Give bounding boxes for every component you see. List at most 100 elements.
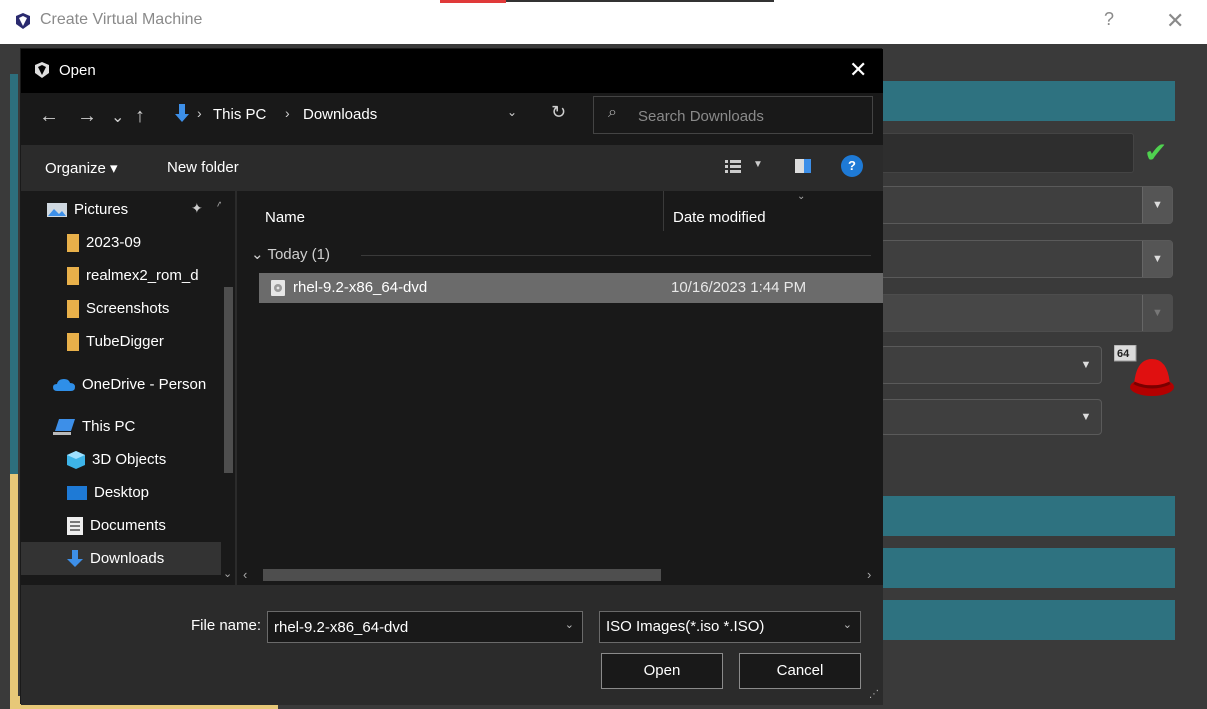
title-accent-line	[440, 0, 506, 3]
path-segment-downloads[interactable]: Downloads	[303, 106, 377, 123]
tree-item-2023-09[interactable]: 2023-09	[21, 226, 235, 259]
tree-item-documents[interactable]: Documents	[21, 509, 235, 542]
path-segment-this-pc[interactable]: This PC	[213, 106, 266, 123]
virtualbox-logo-icon	[16, 13, 30, 29]
file-type-filter-value: ISO Images(*.iso *.ISO)	[606, 618, 765, 635]
tree-item-pictures[interactable]: Pictures ✦ ^	[21, 193, 235, 226]
download-arrow-icon	[175, 104, 189, 122]
column-header-date-modified[interactable]: Date modified	[673, 209, 766, 226]
tree-item-label: Downloads	[90, 550, 165, 567]
file-name-combobox[interactable]: ⌄	[267, 611, 583, 643]
section-header-summary[interactable]	[880, 600, 1175, 640]
tree-item-downloads[interactable]: Downloads	[21, 542, 235, 575]
window-help-button[interactable]: ?	[1104, 9, 1114, 30]
refresh-button[interactable]: ↻	[551, 102, 566, 123]
new-folder-button[interactable]: New folder	[167, 159, 239, 176]
search-icon: ⌕	[608, 104, 617, 121]
section-header-hardware[interactable]	[880, 496, 1175, 536]
search-box[interactable]: ⌕	[593, 96, 873, 134]
file-type-filter[interactable]: ISO Images(*.iso *.ISO) ⌄	[599, 611, 861, 643]
dialog-titlebar: Open ✕	[21, 49, 883, 93]
folder-icon	[67, 266, 79, 285]
dialog-footer: File name: ⌄ ISO Images(*.iso *.ISO) ⌄ O…	[21, 585, 883, 705]
chevron-down-icon[interactable]: ⌄	[223, 567, 232, 580]
open-button[interactable]: Open	[601, 653, 723, 689]
group-header-today[interactable]: ⌄ Today (1)	[251, 245, 330, 263]
recent-locations-button[interactable]: ⌄	[111, 107, 124, 127]
address-bar[interactable]: › This PC › Downloads ⌄ ↻	[169, 97, 566, 133]
tree-item-3d-objects[interactable]: 3D Objects	[21, 443, 235, 476]
window-titlebar: Create Virtual Machine ? ✕	[0, 0, 1207, 44]
chevron-down-icon[interactable]: ⌄	[843, 618, 852, 631]
scrollbar-thumb[interactable]	[263, 569, 661, 581]
address-dropdown-button[interactable]: ⌄	[507, 105, 517, 119]
scrollbar-thumb[interactable]	[224, 287, 233, 473]
chevron-right-icon[interactable]: ›	[867, 567, 871, 582]
file-name-label: File name:	[191, 617, 262, 634]
folder-icon	[67, 299, 79, 318]
tree-item-tubedigger[interactable]: TubeDigger	[21, 325, 235, 358]
tree-item-screenshots[interactable]: Screenshots	[21, 292, 235, 325]
onedrive-icon	[53, 378, 75, 391]
tree-item-onedrive[interactable]: OneDrive - Person	[21, 368, 235, 401]
resize-grip-icon[interactable]: ⋰	[869, 689, 879, 700]
section-header-name[interactable]	[880, 81, 1175, 121]
chevron-down-icon: ▼	[1142, 241, 1172, 277]
os-version-combo[interactable]: ▼	[880, 399, 1102, 435]
file-name: rhel-9.2-x86_64-dvd	[293, 279, 428, 296]
chevron-down-icon: ▼	[1080, 411, 1092, 423]
iso-image-combo[interactable]: ▼	[880, 240, 1173, 278]
group-label: Today (1)	[267, 246, 330, 263]
navigation-pane: Pictures ✦ ^ 2023-09 realmex2_rom_d Scre…	[21, 191, 235, 585]
tree-item-realmex2[interactable]: realmex2_rom_d	[21, 259, 235, 292]
title-divider-line	[506, 0, 774, 2]
tree-item-label: realmex2_rom_d	[86, 267, 199, 284]
column-divider[interactable]	[663, 191, 664, 231]
help-button[interactable]: ?	[841, 155, 863, 177]
tree-item-desktop[interactable]: Desktop	[21, 476, 235, 509]
file-name-input[interactable]	[274, 617, 554, 637]
os-type-combo[interactable]: ▼	[880, 346, 1102, 384]
organize-button[interactable]: Organize ▾	[45, 159, 118, 177]
accent-bar	[10, 74, 18, 494]
path-separator: ›	[285, 105, 290, 121]
path-separator: ›	[197, 105, 202, 121]
file-list: ⌄ Name Date modified ⌄ Today (1) rhel-9.…	[237, 191, 883, 585]
downloads-icon	[67, 549, 83, 567]
tree-item-label: TubeDigger	[86, 333, 164, 350]
change-view-icon[interactable]	[725, 159, 741, 175]
documents-icon	[67, 516, 83, 535]
chevron-down-icon: ⌄	[251, 246, 268, 263]
tree-item-this-pc[interactable]: This PC	[21, 410, 235, 443]
edition-combo: ▼	[880, 294, 1173, 332]
folder-combo[interactable]: ▼	[880, 186, 1173, 224]
this-pc-icon	[53, 418, 75, 435]
tree-item-label: This PC	[82, 418, 136, 435]
column-header-name[interactable]: Name	[265, 209, 305, 226]
tree-item-label: Pictures	[74, 201, 129, 218]
navigation-scrollbar[interactable]: ⌄	[221, 191, 235, 585]
redhat-os-icon: 64	[1114, 345, 1174, 396]
file-row[interactable]: rhel-9.2-x86_64-dvd 10/16/2023 1:44 PM	[259, 273, 883, 303]
window-close-button[interactable]: ✕	[1166, 8, 1184, 34]
preview-pane-icon[interactable]	[795, 159, 811, 173]
view-options-dropdown[interactable]: ▼	[753, 159, 763, 170]
chevron-left-icon[interactable]: ‹	[243, 567, 247, 582]
command-bar: Organize ▾ New folder ▼ ?	[21, 145, 883, 191]
3d-objects-icon	[67, 450, 85, 469]
forward-button[interactable]: →	[77, 105, 97, 128]
tree-item-label: Documents	[90, 517, 166, 534]
virtualbox-logo-icon	[35, 62, 49, 78]
up-button[interactable]: ↑	[135, 105, 145, 128]
dialog-close-button[interactable]: ✕	[849, 57, 867, 83]
horizontal-scrollbar[interactable]: ‹ ›	[237, 565, 883, 585]
sort-indicator-icon: ⌄	[797, 191, 806, 202]
search-input[interactable]	[638, 105, 858, 127]
vm-name-field[interactable]	[880, 133, 1134, 173]
back-button[interactable]: ←	[39, 105, 59, 128]
chevron-down-icon[interactable]: ⌄	[565, 618, 574, 631]
pin-icon[interactable]: ✦	[191, 200, 203, 217]
checkmark-icon: ✔	[1144, 137, 1168, 168]
cancel-button[interactable]: Cancel	[739, 653, 861, 689]
section-header-disk[interactable]	[880, 548, 1175, 588]
